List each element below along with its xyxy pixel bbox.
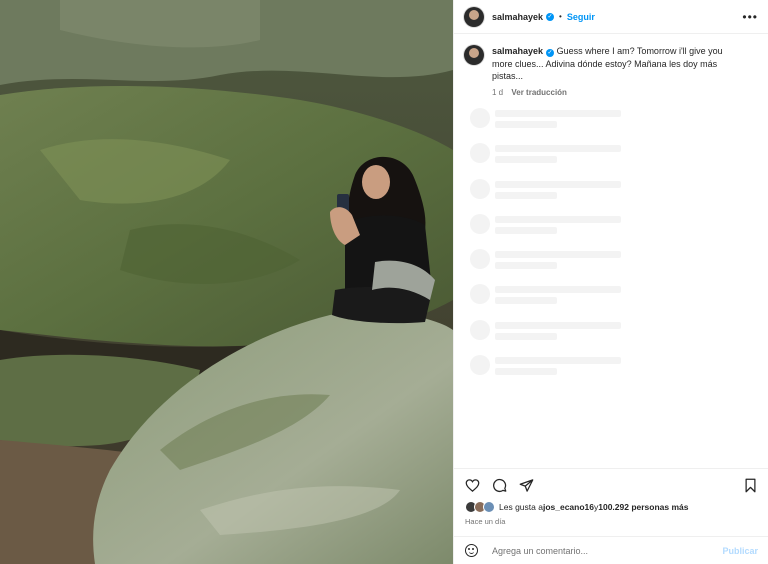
author-username[interactable]: salmahayek (492, 12, 543, 22)
more-options-icon[interactable]: ••• (742, 10, 758, 24)
share-icon[interactable] (519, 478, 534, 493)
verified-icon: ✓ (546, 49, 555, 57)
comment-bar: Publicar (454, 536, 768, 564)
skeleton-row (470, 213, 621, 249)
post-time: Hace un día (465, 517, 506, 526)
post-actions: Les gusta a jos_ecano16 y 100.292 person… (454, 468, 768, 526)
post-header: salmahayek ✓ • Seguir ••• (454, 0, 768, 34)
caption-avatar[interactable] (464, 45, 484, 65)
caption-block: salmahayek ✓ Guess where I am? Tomorrow i… (454, 34, 768, 83)
caption-meta: 1 d Ver traducción (492, 88, 768, 97)
skeleton-row (470, 108, 621, 143)
likes-count[interactable]: 100.292 personas más (598, 502, 688, 512)
post-photo[interactable] (0, 0, 453, 564)
caption-text: salmahayek ✓ Guess where I am? Tomorrow i… (492, 45, 742, 83)
skeleton-row (470, 143, 621, 178)
bookmark-icon[interactable] (743, 478, 758, 493)
comment-input[interactable] (490, 544, 723, 557)
post-side-panel: salmahayek ✓ • Seguir ••• salmahayek ✓ Gu… (453, 0, 768, 564)
skeleton-row (470, 355, 621, 390)
action-icons-row (454, 469, 768, 493)
publish-button[interactable]: Publicar (722, 546, 758, 556)
translate-link[interactable]: Ver traducción (511, 88, 567, 97)
liker-avatars (465, 501, 495, 513)
likes-user[interactable]: jos_ecano16 (543, 502, 594, 512)
heart-icon[interactable] (465, 478, 480, 493)
skeleton-row (470, 249, 621, 284)
photo-illustration (0, 0, 453, 564)
emoji-icon[interactable] (465, 544, 478, 557)
skeleton-row (470, 178, 621, 214)
likes-summary: Les gusta a jos_ecano16 y 100.292 person… (454, 493, 768, 513)
comments-loading-skeleton (470, 108, 621, 390)
likes-prefix: Les gusta a (499, 502, 543, 512)
skeleton-row (470, 319, 621, 355)
author-avatar[interactable] (464, 6, 484, 27)
verified-icon: ✓ (546, 12, 555, 21)
caption-time: 1 d (492, 87, 504, 97)
skeleton-row (470, 284, 621, 319)
comment-icon[interactable] (492, 478, 507, 493)
instagram-post-view: salmahayek ✓ • Seguir ••• salmahayek ✓ Gu… (0, 0, 768, 564)
caption-username[interactable]: salmahayek (492, 46, 543, 56)
separator-dot: • (559, 12, 562, 21)
follow-button[interactable]: Seguir (567, 12, 595, 22)
